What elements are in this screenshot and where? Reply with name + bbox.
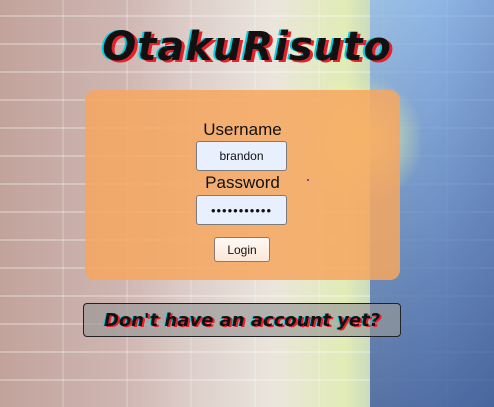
cursor-dot [307,179,309,181]
login-button[interactable]: Login [214,237,270,262]
signup-link[interactable]: Don't have an account yet? [83,303,401,337]
login-card: Username brandon Password ••••••••••• Lo… [85,90,400,280]
username-input[interactable]: brandon [196,141,287,171]
password-input[interactable]: ••••••••••• [196,195,287,225]
username-label: Username [203,120,282,139]
password-label: Password [205,173,280,192]
app-title: OtakuRisuto [102,24,392,70]
